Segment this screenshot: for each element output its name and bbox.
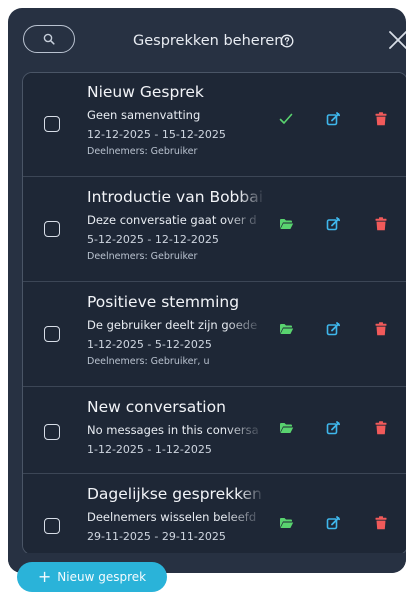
conversation-dates: 1-12-2025 - 5-12-2025 bbox=[87, 338, 212, 351]
new-conversation-button[interactable]: + Nieuw gesprek bbox=[17, 562, 167, 592]
conversation-dates: 1-12-2025 - 1-12-2025 bbox=[87, 443, 212, 456]
conversation-members: Deelnemers: Gebruiker, u bbox=[87, 356, 210, 367]
trash-icon[interactable] bbox=[373, 111, 389, 127]
edit-icon[interactable] bbox=[325, 321, 341, 337]
folder-open-icon[interactable] bbox=[278, 515, 294, 531]
conversation-summary: Deze conversatie gaat over d bbox=[87, 213, 257, 227]
conversation-summary: Deelnemers wisselen beleefd bbox=[87, 510, 257, 524]
plus-icon: + bbox=[37, 566, 52, 586]
folder-open-icon[interactable] bbox=[278, 216, 294, 232]
edit-icon[interactable] bbox=[325, 420, 341, 436]
folder-open-icon[interactable] bbox=[278, 420, 294, 436]
conversation-title: Dagelijkse gesprekken bbox=[87, 485, 262, 503]
panel-header: Gesprekken beheren bbox=[8, 8, 406, 68]
conversation-item[interactable]: Dagelijkse gesprekken Deelnemers wissele… bbox=[23, 475, 406, 554]
select-checkbox[interactable] bbox=[44, 424, 60, 440]
folder-open-icon[interactable] bbox=[278, 321, 294, 337]
edit-icon[interactable] bbox=[325, 216, 341, 232]
conversation-summary: De gebruiker deelt zijn goede bbox=[87, 318, 258, 332]
conversation-item[interactable]: Positieve stemming De gebruiker deelt zi… bbox=[23, 283, 406, 387]
search-icon bbox=[43, 33, 55, 45]
new-conversation-label: Nieuw gesprek bbox=[57, 570, 147, 584]
close-icon[interactable] bbox=[388, 30, 406, 50]
conversation-list[interactable]: Nieuw Gesprek Geen samenvatting 12-12-20… bbox=[22, 72, 406, 555]
conversation-item[interactable]: New conversation No messages in this con… bbox=[23, 388, 406, 474]
conversation-dates: 12-12-2025 - 15-12-2025 bbox=[87, 128, 226, 141]
edit-icon[interactable] bbox=[325, 111, 341, 127]
conversation-title: Introductie van Bobbai bbox=[87, 188, 264, 206]
conversation-dates: 29-11-2025 - 29-11-2025 bbox=[87, 530, 226, 543]
trash-icon[interactable] bbox=[373, 420, 389, 436]
conversation-dates: 5-12-2025 - 12-12-2025 bbox=[87, 233, 219, 246]
conversation-summary: No messages in this conversa bbox=[87, 423, 259, 437]
trash-icon[interactable] bbox=[373, 515, 389, 531]
conversation-title: New conversation bbox=[87, 398, 226, 416]
manage-conversations-panel: Gesprekken beheren Nieuw Gesprek Geen sa… bbox=[8, 8, 406, 573]
select-checkbox[interactable] bbox=[44, 116, 60, 132]
question-circle-icon[interactable] bbox=[280, 34, 294, 48]
search-button[interactable] bbox=[23, 25, 75, 53]
select-checkbox[interactable] bbox=[44, 221, 60, 237]
conversation-title: Positieve stemming bbox=[87, 293, 240, 311]
conversation-item[interactable]: Introductie van Bobbai Deze conversatie … bbox=[23, 178, 406, 282]
conversation-title: Nieuw Gesprek bbox=[87, 83, 204, 101]
conversation-item[interactable]: Nieuw Gesprek Geen samenvatting 12-12-20… bbox=[23, 73, 406, 177]
edit-icon[interactable] bbox=[325, 515, 341, 531]
select-checkbox[interactable] bbox=[44, 326, 60, 342]
conversation-members: Deelnemers: Gebruiker bbox=[87, 146, 198, 157]
check-icon[interactable] bbox=[278, 111, 294, 127]
select-checkbox[interactable] bbox=[44, 518, 60, 534]
panel-title: Gesprekken beheren bbox=[133, 33, 284, 49]
conversation-summary: Geen samenvatting bbox=[87, 108, 201, 122]
trash-icon[interactable] bbox=[373, 321, 389, 337]
trash-icon[interactable] bbox=[373, 216, 389, 232]
conversation-members: Deelnemers: Gebruiker bbox=[87, 251, 198, 262]
